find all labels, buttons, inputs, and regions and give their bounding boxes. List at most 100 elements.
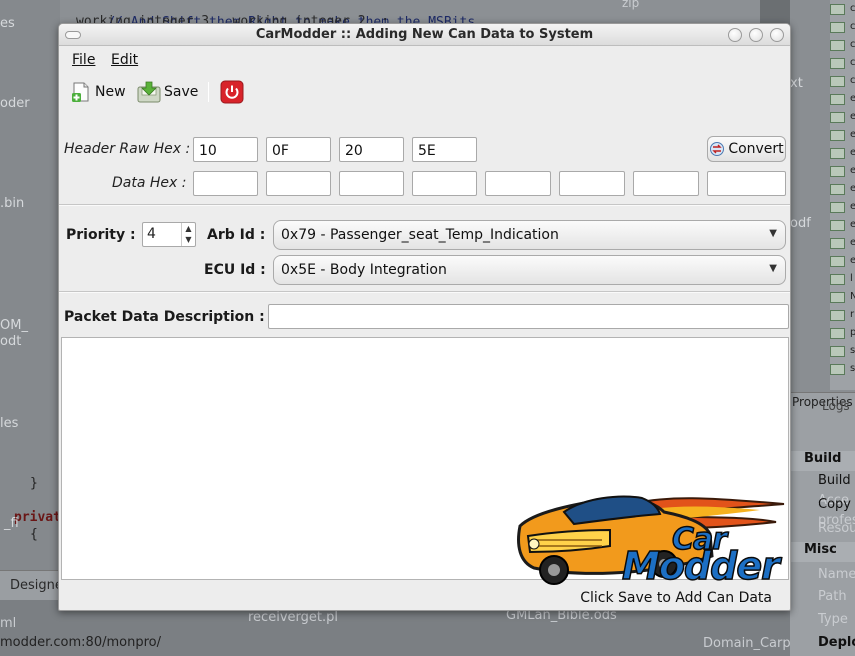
file-list-checkbox bbox=[830, 292, 845, 303]
title-bar[interactable]: CarModder :: Adding New Can Data to Syst… bbox=[59, 24, 790, 46]
header-hex-field-4[interactable] bbox=[412, 137, 477, 162]
menu-file[interactable]: File bbox=[72, 52, 95, 68]
arb-id-value: 0x79 - Passenger_seat_Temp_Indication bbox=[281, 227, 559, 243]
data-hex-field-6[interactable] bbox=[559, 171, 625, 196]
bg-label: odt bbox=[0, 334, 22, 349]
save-icon bbox=[137, 81, 161, 103]
maximize-button[interactable] bbox=[749, 28, 763, 42]
file-list-checkbox bbox=[830, 202, 845, 213]
prop-item: Type bbox=[818, 612, 848, 627]
file-list-letter: e bbox=[850, 255, 855, 266]
bg-file: Domain_Carpa bbox=[703, 636, 799, 651]
bg-code: } bbox=[30, 476, 38, 491]
arb-id-dropdown[interactable]: 0x79 - Passenger_seat_Temp_Indication ▼ bbox=[273, 220, 786, 250]
prop-section: Build bbox=[790, 451, 855, 471]
file-list-letter: p bbox=[850, 327, 855, 338]
bg-file: xt bbox=[790, 76, 803, 91]
file-list-letter: e bbox=[850, 201, 855, 212]
properties-tab: Logs bbox=[822, 399, 850, 413]
packet-description-input[interactable] bbox=[268, 304, 789, 329]
convert-icon bbox=[710, 142, 725, 156]
file-list-checkbox bbox=[830, 130, 845, 141]
file-list-letter: e bbox=[850, 93, 855, 104]
dropdown-arrow-icon: ▼ bbox=[769, 228, 777, 239]
prop-item: Path bbox=[818, 589, 847, 604]
data-hex-field-2[interactable] bbox=[266, 171, 331, 196]
section-divider bbox=[59, 204, 790, 206]
file-list-checkbox bbox=[830, 76, 845, 87]
bg-file: odf bbox=[790, 216, 811, 231]
file-list-checkbox bbox=[830, 220, 845, 231]
file-list-letter: c bbox=[850, 75, 855, 86]
file-list-letter: l bbox=[850, 273, 853, 284]
data-hex-field-5[interactable] bbox=[485, 171, 551, 196]
bg-label: OM_ bbox=[0, 318, 28, 333]
file-list-letter: N bbox=[850, 291, 855, 302]
header-hex-field-3[interactable] bbox=[339, 137, 404, 162]
file-list-checkbox bbox=[830, 148, 845, 159]
ecu-id-label: ECU Id : bbox=[204, 262, 266, 278]
file-list-letter: e bbox=[850, 129, 855, 140]
data-hex-field-8[interactable] bbox=[707, 171, 786, 196]
file-list-letter: e bbox=[850, 183, 855, 194]
prop-item: Name bbox=[818, 567, 855, 582]
priority-label: Priority : bbox=[66, 227, 136, 243]
properties-panel: Properties Logs Build Build Acce Copy pr… bbox=[790, 392, 855, 656]
save-button[interactable]: Save bbox=[137, 78, 198, 106]
file-list-checkbox bbox=[830, 274, 845, 285]
arb-id-label: Arb Id : bbox=[207, 227, 266, 243]
background-right-panel: zip xt odf Properties Logs Build Build A… bbox=[622, 0, 855, 656]
file-list-letter: c bbox=[850, 3, 855, 14]
section-divider bbox=[59, 291, 790, 293]
new-document-icon bbox=[72, 82, 89, 102]
bg-label: _fi bbox=[4, 516, 19, 531]
toolbar-separator bbox=[208, 82, 209, 102]
bg-file: ml bbox=[0, 616, 17, 631]
spinner-arrows-icon[interactable]: ▲ ▼ bbox=[181, 223, 195, 246]
data-hex-label: Data Hex : bbox=[112, 175, 187, 191]
dropdown-arrow-icon: ▼ bbox=[769, 263, 777, 274]
file-list-checkbox bbox=[830, 328, 845, 339]
header-hex-field-2[interactable] bbox=[266, 137, 331, 162]
file-list-letter: e bbox=[850, 219, 855, 230]
file-list-checkbox bbox=[830, 166, 845, 177]
file-list-checkbox bbox=[830, 238, 845, 249]
file-list-checkbox bbox=[830, 346, 845, 357]
file-list-letter: c bbox=[850, 39, 855, 50]
menu-edit[interactable]: Edit bbox=[111, 52, 138, 68]
bg-code: privat bbox=[14, 510, 61, 525]
window-title: CarModder :: Adding New Can Data to Syst… bbox=[255, 27, 594, 42]
bg-code: { bbox=[30, 527, 38, 542]
data-hex-field-7[interactable] bbox=[633, 171, 699, 196]
file-list-letter: e bbox=[850, 237, 855, 248]
bg-file: receiverget.pl bbox=[248, 610, 338, 625]
minimize-button[interactable] bbox=[728, 28, 742, 42]
data-hex-field-4[interactable] bbox=[412, 171, 477, 196]
file-list-letter: s bbox=[850, 345, 855, 356]
file-list-checkbox bbox=[830, 94, 845, 105]
file-list-checkbox bbox=[830, 4, 845, 15]
bg-label: oder bbox=[0, 96, 30, 111]
priority-value: 4 bbox=[147, 226, 156, 242]
ecu-id-dropdown[interactable]: 0x5E - Body Integration ▼ bbox=[273, 255, 786, 285]
header-hex-field-1[interactable] bbox=[193, 137, 258, 162]
data-hex-field-3[interactable] bbox=[339, 171, 404, 196]
file-list-checkbox bbox=[830, 112, 845, 123]
close-button[interactable] bbox=[770, 28, 784, 42]
prop-item: Copy bbox=[818, 497, 851, 512]
file-list-letter: s bbox=[850, 363, 855, 374]
file-list-letter: e bbox=[850, 111, 855, 122]
prop-item: Resou bbox=[818, 521, 855, 536]
convert-button[interactable]: Convert bbox=[707, 136, 786, 162]
convert-button-label: Convert bbox=[728, 141, 784, 157]
file-list-checkbox bbox=[830, 184, 845, 195]
file-list-checkbox bbox=[830, 364, 845, 375]
data-hex-field-1[interactable] bbox=[193, 171, 258, 196]
new-button-label: New bbox=[95, 84, 126, 100]
file-list-checkbox bbox=[830, 310, 845, 321]
quit-button[interactable] bbox=[220, 78, 244, 106]
file-list-letter: r bbox=[850, 309, 855, 320]
priority-spinner[interactable]: 4 ▲ ▼ bbox=[142, 222, 196, 247]
new-button[interactable]: New bbox=[70, 78, 126, 106]
file-list-checkbox bbox=[830, 256, 845, 267]
